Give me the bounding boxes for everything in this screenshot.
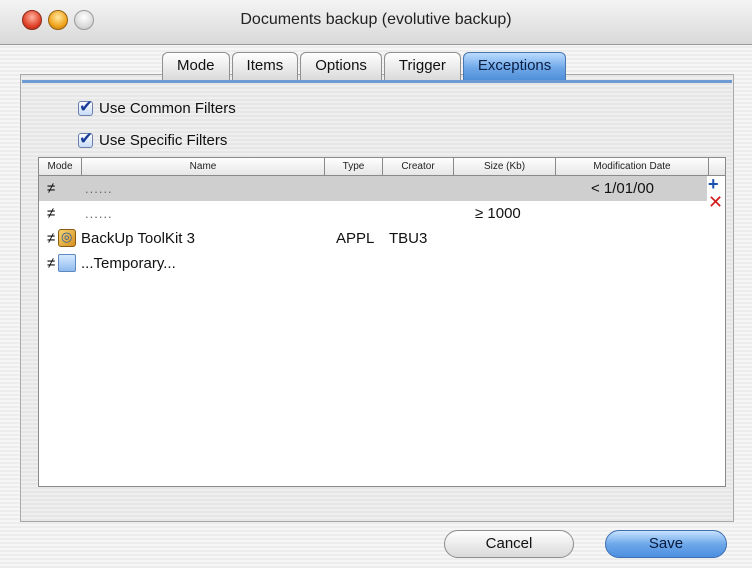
- tab-items[interactable]: Items: [231, 52, 299, 80]
- column-header-modification-date[interactable]: Modification Date: [556, 158, 709, 175]
- specific-filters-label: Use Specific Filters: [99, 132, 228, 149]
- table-row[interactable]: ≠ ...... ≥ 1000: [39, 201, 707, 226]
- application-icon: [58, 229, 76, 247]
- column-header-size[interactable]: Size (Kb): [454, 158, 556, 175]
- common-filters-label: Use Common Filters: [99, 100, 236, 117]
- row-name: ......: [85, 181, 113, 196]
- specific-filters-checkbox[interactable]: [78, 129, 93, 149]
- row-name: ...Temporary...: [81, 255, 176, 272]
- column-header-name[interactable]: Name: [82, 158, 325, 175]
- save-button[interactable]: Save: [605, 530, 727, 558]
- cancel-button[interactable]: Cancel: [444, 530, 574, 558]
- row-size: ≥ 1000: [475, 205, 521, 222]
- exceptions-table[interactable]: Mode Name Type Creator Size (Kb) Modific…: [38, 157, 726, 487]
- row-mode: ≠: [47, 180, 56, 197]
- tab-trigger[interactable]: Trigger: [383, 52, 461, 80]
- folder-icon: [58, 254, 76, 272]
- title-bar[interactable]: Documents backup (evolutive backup): [0, 0, 752, 45]
- row-date: < 1/01/00: [591, 180, 654, 197]
- table-header: Mode Name Type Creator Size (Kb) Modific…: [39, 158, 725, 176]
- remove-filter-icon[interactable]: ✕: [708, 193, 723, 211]
- add-filter-icon[interactable]: +: [708, 175, 719, 193]
- tab-mode[interactable]: Mode: [162, 52, 230, 80]
- column-header-creator[interactable]: Creator: [383, 158, 454, 175]
- row-name: ......: [85, 206, 113, 221]
- tab-options[interactable]: Options: [300, 52, 382, 80]
- backup-window: Documents backup (evolutive backup) Mode…: [0, 0, 752, 568]
- window-title: Documents backup (evolutive backup): [240, 11, 512, 28]
- common-filters-checkbox[interactable]: [78, 97, 93, 117]
- column-header-type[interactable]: Type: [325, 158, 383, 175]
- row-mode: ≠: [47, 230, 56, 247]
- row-mode: ≠: [47, 255, 56, 272]
- specific-filters-row[interactable]: Use Specific Filters: [78, 129, 228, 149]
- row-mode: ≠: [47, 205, 56, 222]
- common-filters-row[interactable]: Use Common Filters: [78, 97, 236, 117]
- row-name: BackUp ToolKit 3: [81, 230, 195, 247]
- table-row[interactable]: ≠ ...Temporary...: [39, 251, 707, 276]
- tab-exceptions[interactable]: Exceptions: [462, 52, 567, 80]
- table-row[interactable]: ≠ BackUp ToolKit 3 APPL TBU3: [39, 226, 707, 251]
- column-header-mode[interactable]: Mode: [39, 158, 82, 175]
- tab-bar: Mode Items Options Trigger Exceptions: [162, 52, 568, 82]
- table-row[interactable]: ≠ ...... < 1/01/00: [39, 176, 707, 201]
- row-creator: TBU3: [389, 230, 428, 247]
- row-type: APPL: [336, 230, 375, 247]
